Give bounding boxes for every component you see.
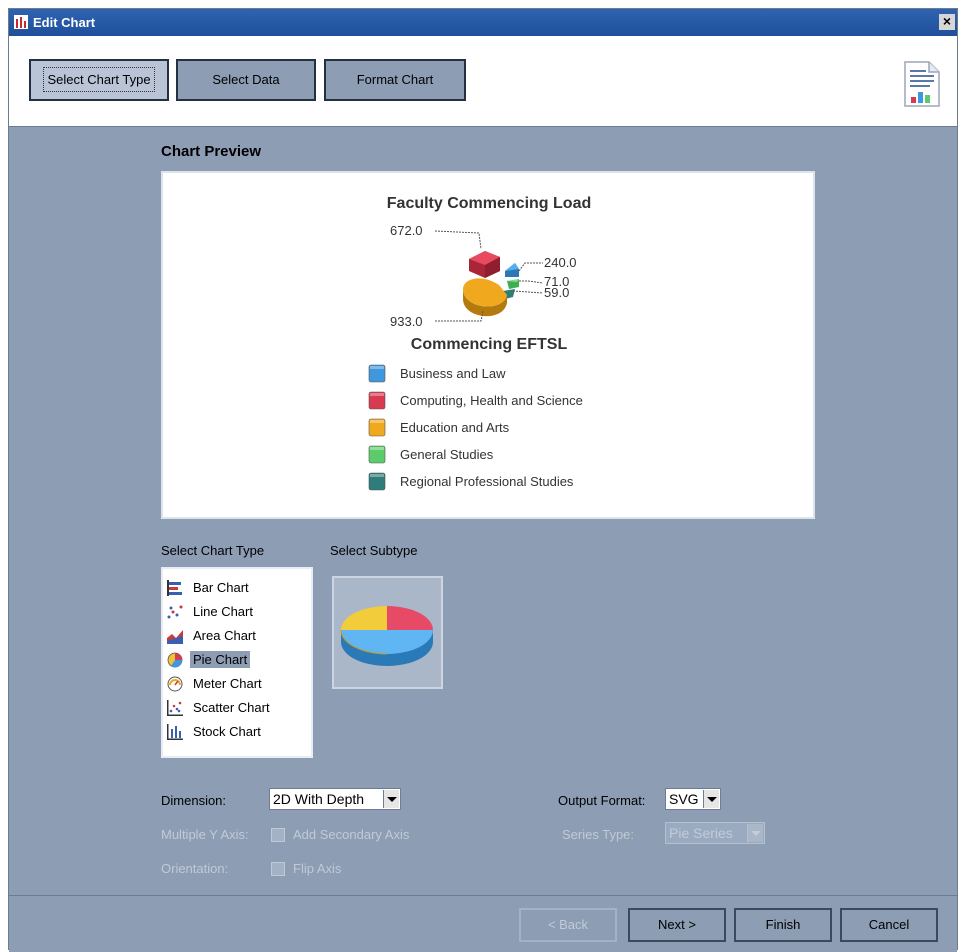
pie-3d-subtype-icon xyxy=(340,606,433,666)
title-bar: Edit Chart × xyxy=(9,9,957,36)
select-chart-type-step-label: Select Chart Type xyxy=(43,67,155,92)
chart-type-label: Line Chart xyxy=(193,604,253,619)
chart-preview-heading: Chart Preview xyxy=(161,143,262,160)
chart-type-item-bar[interactable]: Bar Chart xyxy=(165,577,311,599)
legend-swatch-highlight xyxy=(370,366,384,369)
select-chart-type-step-button[interactable]: Select Chart Type xyxy=(29,59,169,101)
chevron-down-icon[interactable] xyxy=(383,790,399,808)
legend-title: Commencing EFTSL xyxy=(411,336,568,353)
legend-label: Regional Professional Studies xyxy=(400,474,574,489)
add-secondary-axis-label: Add Secondary Axis xyxy=(293,827,410,842)
chart-type-label: Stock Chart xyxy=(193,724,261,739)
chart-type-label: Scatter Chart xyxy=(193,700,270,715)
legend-item: Regional Professional Studies xyxy=(368,472,574,491)
chart-type-item-area[interactable]: Area Chart xyxy=(165,625,311,647)
chart-type-item-line[interactable]: Line Chart xyxy=(165,601,311,623)
chart-type-label: Area Chart xyxy=(193,628,256,643)
chart-type-label: Bar Chart xyxy=(193,580,249,595)
pie-chart-preview: Faculty Commencing Load 672.0 240.0 71.0… xyxy=(368,195,591,491)
dialog-footer: < Back Next > Finish Cancel xyxy=(9,895,957,952)
legend-label: Business and Law xyxy=(400,366,506,381)
chart-type-label: Pie Chart xyxy=(190,651,251,668)
chart-type-item-meter[interactable]: Meter Chart xyxy=(165,673,311,695)
output-format-select[interactable]: SVG xyxy=(665,788,721,810)
chevron-down-icon[interactable] xyxy=(747,824,763,842)
area-chart-icon xyxy=(167,630,183,644)
pie-slice-general-studies xyxy=(507,279,519,289)
chart-legend: Business and Law Computing, Health and Sc… xyxy=(368,364,583,491)
data-label-education: 933.0 xyxy=(390,314,423,329)
close-button[interactable]: × xyxy=(939,14,955,30)
legend-swatch-highlight xyxy=(370,393,384,396)
dialog-title: Edit Chart xyxy=(33,15,96,30)
data-label-business: 240.0 xyxy=(544,255,577,270)
select-chart-type-label: Select Chart Type xyxy=(161,543,265,558)
step-toolbar: Select Chart Type Select Data Format Cha… xyxy=(9,36,957,127)
flip-axis-checkbox[interactable] xyxy=(271,862,285,876)
legend-label: Education and Arts xyxy=(400,420,510,435)
dimension-select[interactable]: 2D With Depth xyxy=(269,788,401,810)
cancel-button[interactable]: Cancel xyxy=(840,908,938,942)
chart-type-item-pie[interactable]: Pie Chart xyxy=(165,649,311,671)
pie-chart-icon xyxy=(167,652,183,668)
format-chart-step-button[interactable]: Format Chart xyxy=(324,59,466,101)
dimension-value: 2D With Depth xyxy=(273,791,365,807)
chart-document-icon xyxy=(904,61,940,107)
multiple-y-axis-label: Multiple Y Axis: xyxy=(161,827,249,842)
pie-slice-education-arts xyxy=(463,278,507,317)
bar-chart-icon xyxy=(167,580,182,596)
orientation-label: Orientation: xyxy=(161,861,229,876)
legend-label: General Studies xyxy=(400,447,494,462)
data-label-computing: 672.0 xyxy=(390,223,423,238)
dimension-label: Dimension: xyxy=(161,793,227,808)
edit-chart-dialog: Edit Chart × Select Chart Type Select Da… xyxy=(8,8,958,952)
scatter-chart-icon xyxy=(167,700,183,716)
legend-swatch-highlight xyxy=(370,474,384,477)
series-type-value: Pie Series xyxy=(669,825,733,841)
pie-slice-computing-health-science xyxy=(469,251,500,278)
chart-app-icon xyxy=(14,15,28,29)
series-type-label: Series Type: xyxy=(562,827,635,842)
series-type-select[interactable]: Pie Series xyxy=(665,822,765,844)
output-format-value: SVG xyxy=(669,791,699,807)
legend-item: General Studies xyxy=(368,445,494,464)
chart-title: Faculty Commencing Load xyxy=(387,195,591,212)
chart-type-item-scatter[interactable]: Scatter Chart xyxy=(165,697,311,719)
pie-slice-business-law xyxy=(505,263,519,277)
chart-preview-panel: Faculty Commencing Load 672.0 240.0 71.0… xyxy=(161,171,815,519)
stock-chart-icon xyxy=(167,724,183,740)
add-secondary-axis-checkbox[interactable] xyxy=(271,828,285,842)
output-format-label: Output Format: xyxy=(558,793,646,808)
chart-type-listbox[interactable]: Bar Chart Line Chart Area Chart Pie Char… xyxy=(161,567,313,758)
line-chart-icon xyxy=(167,605,183,619)
meter-chart-icon xyxy=(167,676,183,692)
finish-button[interactable]: Finish xyxy=(734,908,832,942)
select-subtype-label: Select Subtype xyxy=(330,543,418,558)
back-button[interactable]: < Back xyxy=(519,908,617,942)
chart-type-item-stock[interactable]: Stock Chart xyxy=(165,721,311,743)
legend-label: Computing, Health and Science xyxy=(400,393,583,408)
legend-item: Computing, Health and Science xyxy=(368,391,583,410)
pie-subtype-option[interactable] xyxy=(332,576,443,689)
select-data-step-button[interactable]: Select Data xyxy=(176,59,316,101)
flip-axis-label: Flip Axis xyxy=(293,861,342,876)
legend-item: Education and Arts xyxy=(368,418,510,437)
legend-swatch-highlight xyxy=(370,447,384,450)
next-button[interactable]: Next > xyxy=(628,908,726,942)
chevron-down-icon[interactable] xyxy=(703,790,719,808)
chart-type-label: Meter Chart xyxy=(193,676,262,691)
legend-item: Business and Law xyxy=(368,364,506,383)
data-label-regional: 59.0 xyxy=(544,285,569,300)
legend-swatch-highlight xyxy=(370,420,384,423)
